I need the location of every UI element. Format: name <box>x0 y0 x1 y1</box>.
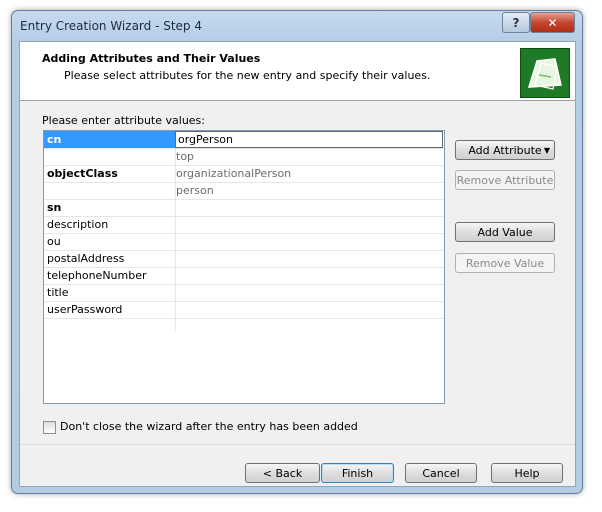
table-row[interactable]: description <box>44 216 444 234</box>
title-bar: Entry Creation Wizard - Step 4 ? ✕ <box>12 11 582 41</box>
wizard-header: Adding Attributes and Their Values Pleas… <box>20 42 575 101</box>
close-button[interactable]: ✕ <box>530 12 575 33</box>
attribute-name: description <box>47 218 109 231</box>
table-row[interactable]: top <box>44 148 444 166</box>
table-row[interactable]: person <box>44 182 444 200</box>
add-value-button[interactable]: Add Value <box>455 222 555 242</box>
help-titlebar-button[interactable]: ? <box>502 12 530 33</box>
table-row[interactable]: telephoneNumber <box>44 267 444 285</box>
attribute-values-label: Please enter attribute values: <box>42 114 205 127</box>
table-row[interactable]: userPassword <box>44 301 444 319</box>
table-row[interactable]: objectClass organizationalPerson <box>44 165 444 183</box>
attribute-value: top <box>176 150 195 163</box>
remove-attribute-button[interactable]: Remove Attribute <box>455 170 555 190</box>
remove-value-button[interactable]: Remove Value <box>455 253 555 273</box>
table-row[interactable]: postalAddress <box>44 250 444 268</box>
header-title: Adding Attributes and Their Values <box>42 52 261 65</box>
wizard-logo-icon <box>520 48 570 98</box>
attribute-value: person <box>176 184 214 197</box>
attribute-name: cn <box>47 133 62 146</box>
selected-attribute-cell[interactable]: cn <box>44 131 175 148</box>
attribute-name: ou <box>47 235 61 248</box>
finish-button[interactable]: Finish <box>321 463 394 483</box>
dropdown-arrow-icon: ▼ <box>543 146 550 155</box>
attribute-value-input[interactable]: orgPerson <box>175 131 443 148</box>
table-row[interactable]: cn orgPerson <box>44 131 444 149</box>
attribute-name: sn <box>47 201 62 214</box>
attribute-name: objectClass <box>47 167 118 180</box>
add-attribute-button[interactable]: Add Attribute ▼ <box>455 140 555 160</box>
header-subtitle: Please select attributes for the new ent… <box>64 69 431 82</box>
footer-separator <box>20 444 575 445</box>
wizard-window: Entry Creation Wizard - Step 4 ? ✕ Addin… <box>11 10 583 494</box>
window-title: Entry Creation Wizard - Step 4 <box>20 19 202 33</box>
attribute-name: telephoneNumber <box>47 269 147 282</box>
table-row[interactable]: ou <box>44 233 444 251</box>
back-button[interactable]: < Back <box>245 463 320 483</box>
keep-open-label: Don't close the wizard after the entry h… <box>60 420 358 433</box>
attribute-value: organizationalPerson <box>176 167 292 180</box>
table-row[interactable]: title <box>44 284 444 302</box>
add-attribute-label: Add Attribute <box>468 144 542 157</box>
attribute-value: orgPerson <box>178 133 234 146</box>
help-button[interactable]: Help <box>491 463 563 483</box>
attribute-name: userPassword <box>47 303 123 316</box>
attribute-name: postalAddress <box>47 252 125 265</box>
cancel-button[interactable]: Cancel <box>405 463 477 483</box>
keep-open-checkbox[interactable] <box>43 421 56 434</box>
attribute-grid[interactable]: cn orgPerson top objectClass organizatio… <box>43 130 445 404</box>
wizard-content: Adding Attributes and Their Values Pleas… <box>19 41 576 487</box>
attribute-name: title <box>47 286 69 299</box>
table-row[interactable]: sn <box>44 199 444 217</box>
